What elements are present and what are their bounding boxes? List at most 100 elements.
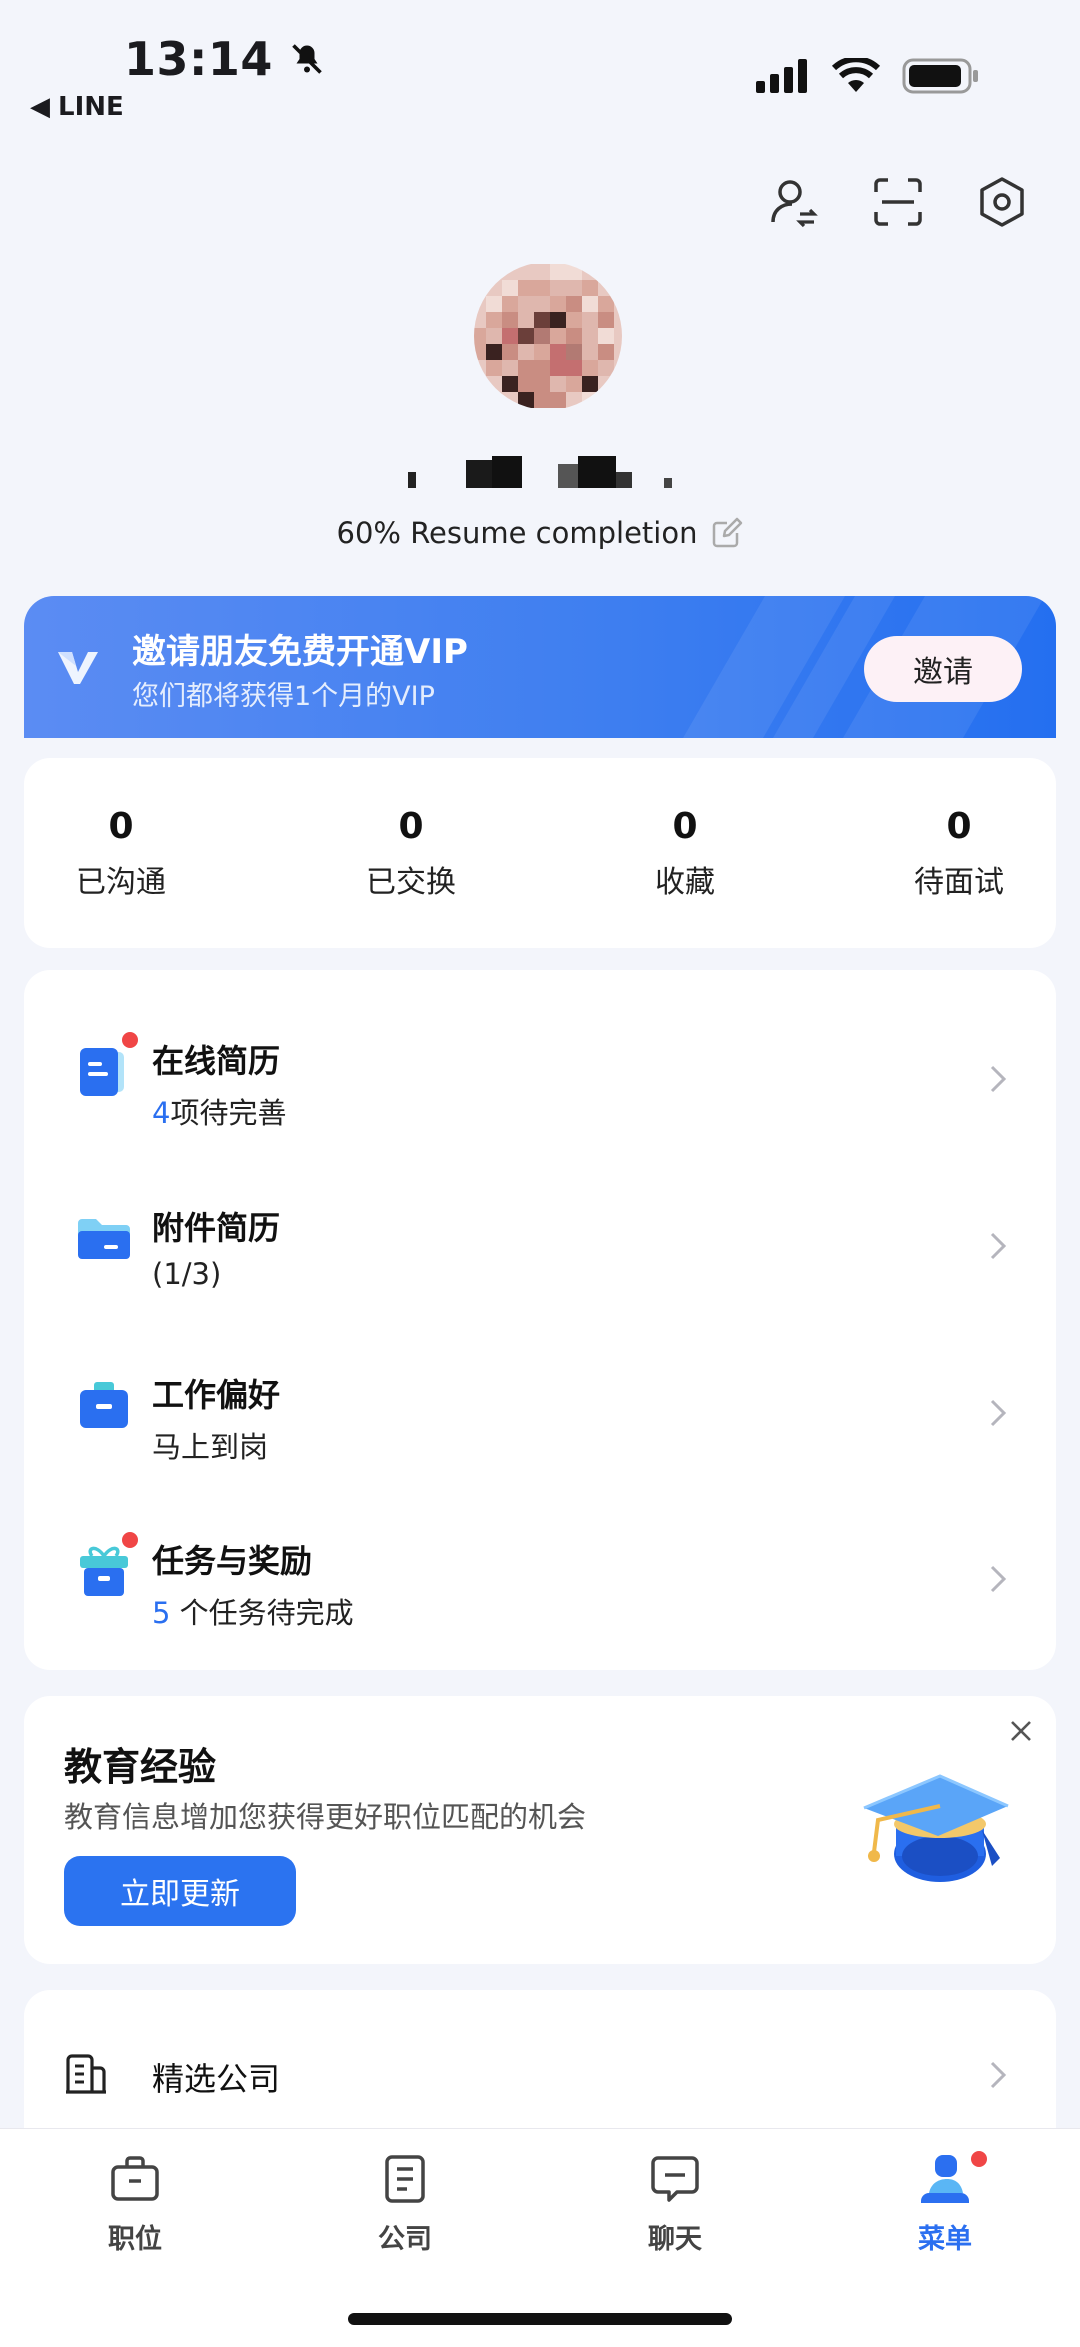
username-redacted bbox=[408, 456, 672, 488]
nav-menu[interactable]: 菜单 bbox=[875, 2151, 1015, 2256]
avatar-pixel bbox=[502, 280, 518, 296]
avatar-pixel bbox=[582, 312, 598, 328]
notification-dot bbox=[971, 2151, 987, 2167]
avatar-pixel bbox=[518, 264, 534, 280]
avatar-pixel bbox=[486, 360, 502, 376]
back-triangle-icon: ◀ bbox=[30, 92, 50, 122]
avatar-pixel bbox=[502, 328, 518, 344]
menu-title: 附件简历 bbox=[152, 1209, 281, 1247]
chevron-right-icon bbox=[990, 1399, 1007, 1427]
stat-label: 待面试 bbox=[914, 865, 1004, 900]
menu-title: 工作偏好 bbox=[152, 1376, 281, 1414]
close-icon[interactable] bbox=[1006, 1716, 1036, 1746]
menu-subtitle: 4项待完善 bbox=[152, 1096, 287, 1130]
stat-favorites[interactable]: 0 收藏 bbox=[655, 806, 715, 901]
nav-label: 聊天 bbox=[648, 2224, 702, 2255]
avatar-pixel bbox=[534, 328, 550, 344]
briefcase-icon bbox=[80, 1382, 128, 1428]
avatar-pixel bbox=[598, 280, 614, 296]
avatar-pixel bbox=[474, 280, 486, 296]
stat-value: 0 bbox=[108, 806, 134, 847]
menu-online-resume[interactable]: 在线简历 4项待完善 bbox=[24, 1006, 1056, 1146]
avatar-pixel bbox=[598, 376, 614, 392]
avatar-pixel bbox=[582, 344, 598, 360]
avatar-pixel bbox=[598, 264, 614, 280]
education-subtitle: 教育信息增加您获得更好职位匹配的机会 bbox=[64, 1800, 587, 1834]
resume-completion[interactable]: 60% Resume completion bbox=[0, 516, 1080, 550]
avatar-pixel bbox=[502, 360, 518, 376]
vip-logo-icon bbox=[58, 652, 98, 684]
stat-value: 0 bbox=[398, 806, 424, 847]
back-to-app[interactable]: ◀ LINE bbox=[30, 92, 124, 122]
chat-icon bbox=[651, 2156, 699, 2202]
gift-icon bbox=[80, 1546, 128, 1596]
menu-attachment-resume[interactable]: 附件简历 (1/3) bbox=[24, 1173, 1056, 1313]
chevron-right-icon bbox=[990, 1065, 1007, 1093]
avatar-pixel bbox=[614, 376, 622, 392]
avatar-pixel bbox=[566, 312, 582, 328]
avatar-pixel bbox=[486, 392, 502, 408]
avatar-pixel bbox=[566, 376, 582, 392]
menu-subtitle: 马上到岗 bbox=[152, 1430, 269, 1464]
scan-icon[interactable] bbox=[872, 176, 924, 228]
avatar-pixel bbox=[474, 392, 486, 408]
home-indicator[interactable] bbox=[348, 2313, 732, 2325]
avatar[interactable] bbox=[474, 262, 622, 410]
avatar-pixel bbox=[502, 392, 518, 408]
menu-work-preference[interactable]: 工作偏好 马上到岗 bbox=[24, 1340, 1056, 1480]
avatar-pixel bbox=[566, 296, 582, 312]
avatar-pixel bbox=[474, 312, 486, 328]
featured-companies-row[interactable]: 精选公司 bbox=[24, 1990, 1056, 2150]
nav-jobs[interactable]: 职位 bbox=[65, 2151, 205, 2256]
education-prompt-card: 教育经验 教育信息增加您获得更好职位匹配的机会 立即更新 bbox=[24, 1696, 1056, 1964]
edit-icon[interactable] bbox=[711, 517, 743, 549]
avatar-pixel bbox=[518, 344, 534, 360]
avatar-pixel bbox=[550, 344, 566, 360]
avatar-pixel bbox=[614, 280, 622, 296]
stat-exchanged[interactable]: 0 已交换 bbox=[366, 806, 456, 901]
avatar-pixel bbox=[582, 392, 598, 408]
menu-tasks-rewards[interactable]: 任务与奖励 5 个任务待完成 bbox=[24, 1506, 1056, 1646]
switch-identity-icon[interactable] bbox=[768, 176, 820, 228]
stat-label: 收藏 bbox=[655, 865, 715, 900]
avatar-pixel bbox=[550, 312, 566, 328]
settings-icon[interactable] bbox=[976, 176, 1028, 228]
nav-chat[interactable]: 聊天 bbox=[605, 2151, 745, 2256]
vip-invite-banner[interactable]: 邀请朋友免费开通VIP 您们都将获得1个月的VIP 邀请 bbox=[24, 596, 1056, 738]
stat-label: 已交换 bbox=[366, 865, 456, 900]
avatar-pixel bbox=[474, 344, 486, 360]
avatar-pixel bbox=[598, 392, 614, 408]
avatar-pixel bbox=[566, 264, 582, 280]
nav-company[interactable]: 公司 bbox=[335, 2151, 475, 2256]
folder-icon bbox=[78, 1219, 130, 1259]
vip-subtitle: 您们都将获得1个月的VIP bbox=[132, 681, 435, 712]
avatar-pixel bbox=[614, 328, 622, 344]
avatar-pixel bbox=[598, 312, 614, 328]
stat-label: 已沟通 bbox=[76, 865, 166, 900]
avatar-pixel bbox=[486, 264, 502, 280]
avatar-pixel bbox=[518, 312, 534, 328]
avatar-pixel bbox=[518, 360, 534, 376]
update-now-button[interactable]: 立即更新 bbox=[64, 1856, 296, 1926]
avatar-pixel bbox=[486, 296, 502, 312]
status-time: 13:14 bbox=[124, 32, 325, 86]
avatar-pixel bbox=[518, 280, 534, 296]
stat-pending-interview[interactable]: 0 待面试 bbox=[914, 806, 1004, 901]
wifi-icon bbox=[832, 58, 880, 92]
avatar-pixel bbox=[486, 312, 502, 328]
battery-icon bbox=[902, 58, 978, 94]
online-resume-icon bbox=[80, 1048, 124, 1096]
vip-title: 邀请朋友免费开通VIP bbox=[132, 632, 468, 672]
invite-button[interactable]: 邀请 bbox=[864, 636, 1022, 702]
briefcase-icon bbox=[111, 2156, 159, 2201]
avatar-pixel bbox=[566, 328, 582, 344]
avatar-pixel bbox=[518, 328, 534, 344]
avatar-pixel bbox=[582, 360, 598, 376]
avatar-pixel bbox=[582, 376, 598, 392]
notification-dot bbox=[122, 1532, 138, 1548]
featured-companies-label: 精选公司 bbox=[152, 2060, 281, 2098]
graduation-cap-icon bbox=[863, 1774, 1009, 1882]
menu-title: 任务与奖励 bbox=[152, 1542, 313, 1580]
stat-value: 0 bbox=[672, 806, 698, 847]
stat-contacted[interactable]: 0 已沟通 bbox=[76, 806, 166, 901]
